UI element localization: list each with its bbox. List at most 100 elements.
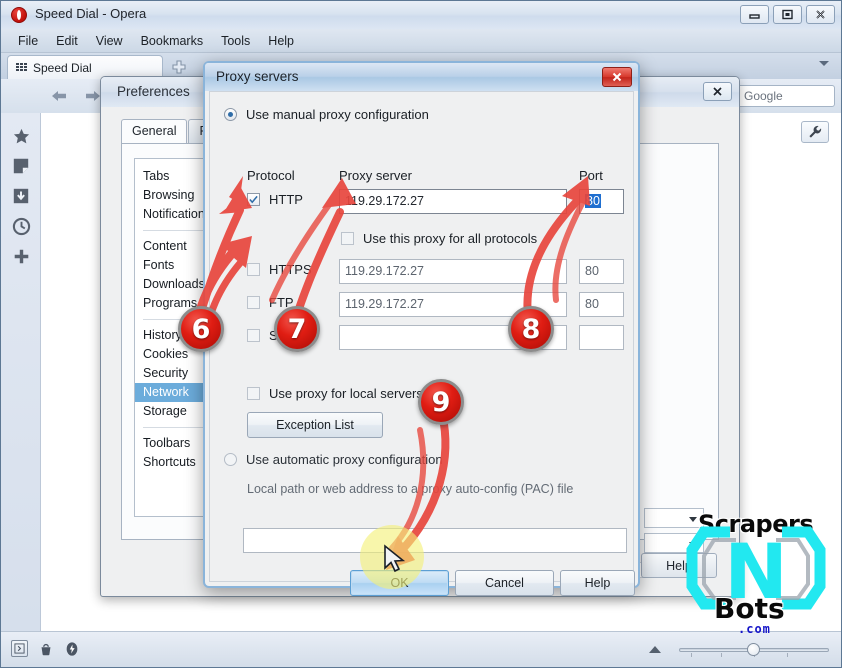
menu-file[interactable]: File bbox=[9, 32, 47, 50]
checkbox-icon[interactable] bbox=[341, 232, 354, 245]
http-checkbox-row[interactable]: HTTP bbox=[247, 192, 303, 207]
menubar: File Edit View Bookmarks Tools Help bbox=[1, 29, 841, 53]
side-panel bbox=[1, 113, 41, 631]
opera-turbo-icon[interactable] bbox=[64, 641, 80, 657]
ftp-label: FTP bbox=[269, 295, 294, 310]
checkbox-icon[interactable] bbox=[247, 193, 260, 206]
radio-icon[interactable] bbox=[224, 108, 237, 121]
proxy-servers-dialog: Proxy servers Use manual proxy configura… bbox=[203, 61, 640, 596]
watermark: Scrapers N Bots .com bbox=[686, 510, 826, 636]
chevron-down-icon[interactable] bbox=[819, 61, 829, 66]
https-label: HTTPS bbox=[269, 262, 312, 277]
maximize-button[interactable] bbox=[773, 5, 802, 24]
screenshot-root: Speed Dial - Opera File Edit View Bookma… bbox=[0, 0, 842, 668]
ftp-server-input[interactable]: 119.29.172.27 bbox=[339, 292, 567, 317]
checkbox-icon[interactable] bbox=[247, 329, 260, 342]
menu-view[interactable]: View bbox=[87, 32, 132, 50]
search-input[interactable]: Google bbox=[737, 85, 835, 107]
checkbox-icon[interactable] bbox=[247, 263, 260, 276]
triangle-up-icon[interactable] bbox=[649, 646, 661, 653]
column-header-server: Proxy server bbox=[339, 168, 412, 183]
add-panel-plus-icon bbox=[14, 249, 28, 263]
checkbox-icon[interactable] bbox=[247, 387, 260, 400]
back-button[interactable] bbox=[49, 88, 69, 109]
zoom-thumb[interactable] bbox=[747, 643, 760, 656]
zoom-tick bbox=[691, 653, 692, 657]
cancel-button[interactable]: Cancel bbox=[455, 570, 554, 596]
checkbox-icon[interactable] bbox=[247, 296, 260, 309]
page-settings-button[interactable] bbox=[801, 121, 829, 143]
socks-label: SOCKS bbox=[269, 328, 315, 343]
use-local-servers-row[interactable]: Use proxy for local servers bbox=[247, 386, 423, 401]
maximize-icon bbox=[782, 9, 793, 20]
menu-edit[interactable]: Edit bbox=[47, 32, 87, 50]
use-local-servers-label: Use proxy for local servers bbox=[269, 386, 423, 401]
ftp-checkbox-row[interactable]: FTP bbox=[247, 295, 294, 310]
menu-bookmarks[interactable]: Bookmarks bbox=[132, 32, 213, 50]
history-clock-icon bbox=[12, 217, 30, 235]
manual-proxy-radio-row[interactable]: Use manual proxy configuration bbox=[224, 107, 429, 122]
close-icon bbox=[713, 87, 722, 96]
sidebar-item-add-panel[interactable] bbox=[1, 241, 41, 271]
exception-list-button[interactable]: Exception List bbox=[247, 412, 383, 438]
speed-dial-grid-icon bbox=[16, 63, 27, 72]
socks-server-input[interactable] bbox=[339, 325, 567, 350]
automatic-proxy-label: Use automatic proxy configuration bbox=[246, 452, 443, 467]
panel-toggle-button[interactable] bbox=[11, 640, 28, 657]
ftp-port-input[interactable]: 80 bbox=[579, 292, 624, 317]
manual-proxy-label: Use manual proxy configuration bbox=[246, 107, 429, 122]
sidebar-item-history[interactable] bbox=[1, 211, 41, 241]
zoom-slider[interactable] bbox=[679, 643, 829, 657]
ok-button[interactable]: OK bbox=[350, 570, 449, 596]
automatic-proxy-radio-row[interactable]: Use automatic proxy configuration bbox=[224, 452, 443, 467]
tab-label: Speed Dial bbox=[33, 60, 92, 75]
watermark-bottom-text: Bots bbox=[714, 592, 785, 625]
https-server-input[interactable]: 119.29.172.27 bbox=[339, 259, 567, 284]
socks-checkbox-row[interactable]: SOCKS bbox=[247, 328, 315, 343]
preferences-title: Preferences bbox=[117, 84, 190, 99]
proxy-dialog-close-button[interactable] bbox=[602, 67, 632, 87]
tab-general[interactable]: General bbox=[121, 119, 188, 143]
window-controls bbox=[740, 5, 835, 24]
notes-icon bbox=[13, 158, 29, 174]
preferences-close-button[interactable] bbox=[703, 82, 732, 101]
https-checkbox-row[interactable]: HTTPS bbox=[247, 262, 312, 277]
pac-hint-text: Local path or web address to a proxy aut… bbox=[247, 482, 574, 496]
opera-logo-icon bbox=[11, 7, 27, 23]
close-icon bbox=[612, 72, 622, 82]
sidebar-item-notes[interactable] bbox=[1, 151, 41, 181]
minimize-icon bbox=[749, 14, 760, 19]
close-icon bbox=[816, 10, 825, 19]
proxy-dialog-body: Use manual proxy configuration Protocol … bbox=[209, 91, 635, 596]
http-port-input[interactable]: 80 bbox=[579, 189, 624, 214]
menu-tools[interactable]: Tools bbox=[212, 32, 259, 50]
pac-url-input[interactable] bbox=[243, 528, 627, 553]
plus-icon bbox=[172, 60, 186, 74]
zoom-tick bbox=[721, 653, 722, 657]
close-button[interactable] bbox=[806, 5, 835, 24]
minimize-button[interactable] bbox=[740, 5, 769, 24]
use-all-protocols-label: Use this proxy for all protocols bbox=[363, 231, 538, 246]
use-all-protocols-row[interactable]: Use this proxy for all protocols bbox=[341, 231, 537, 246]
socks-port-input[interactable] bbox=[579, 325, 624, 350]
zoom-tick bbox=[787, 653, 788, 657]
new-tab-button[interactable] bbox=[171, 59, 187, 75]
menu-help[interactable]: Help bbox=[259, 32, 303, 50]
bookmarks-star-icon bbox=[13, 128, 29, 143]
panel-toggle-icon bbox=[14, 643, 25, 654]
arrow-left-icon bbox=[52, 91, 66, 101]
dialog-help-button[interactable]: Help bbox=[560, 570, 635, 596]
proxy-dialog-titlebar: Proxy servers bbox=[205, 63, 638, 91]
sidebar-item-downloads[interactable] bbox=[1, 181, 41, 211]
wrench-icon bbox=[809, 125, 822, 138]
status-icon-group bbox=[11, 640, 80, 657]
https-port-input[interactable]: 80 bbox=[579, 259, 624, 284]
sidebar-item-bookmarks[interactable] bbox=[1, 121, 41, 151]
http-server-input[interactable]: 119.29.172.27 bbox=[339, 189, 567, 214]
column-header-port: Port bbox=[579, 168, 603, 183]
watermark-domain-text: .com bbox=[738, 622, 771, 636]
radio-icon[interactable] bbox=[224, 453, 237, 466]
column-header-protocol: Protocol bbox=[247, 168, 295, 183]
trash-icon[interactable] bbox=[38, 641, 54, 657]
http-port-value: 80 bbox=[585, 194, 601, 208]
